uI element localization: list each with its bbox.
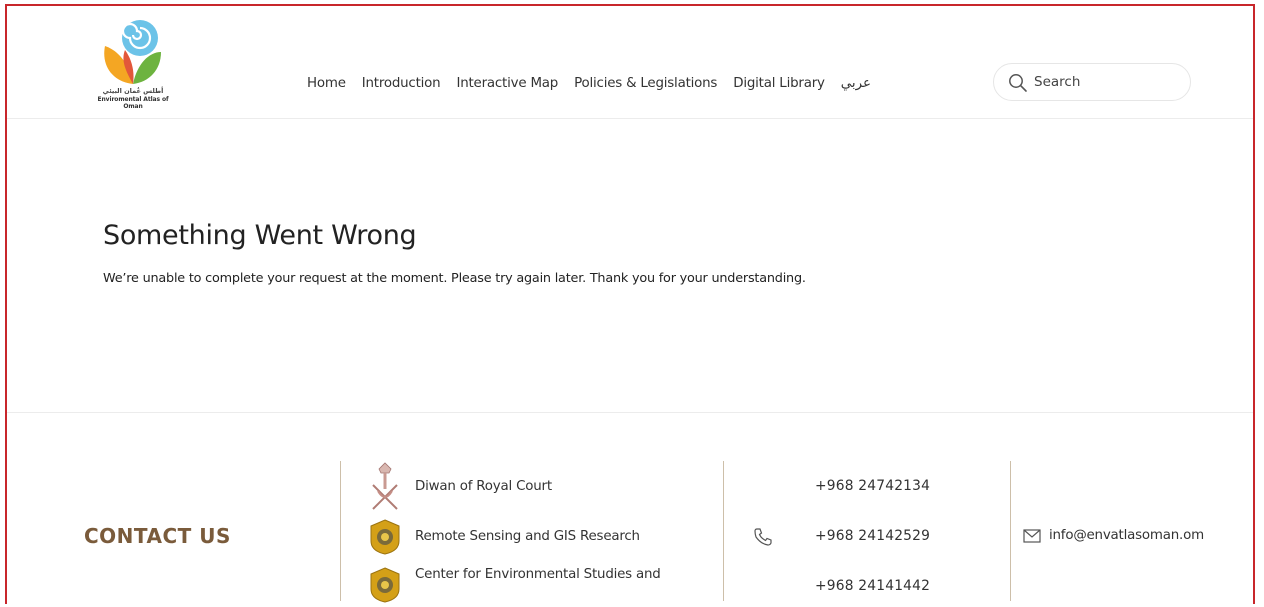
contact-us-heading: CONTACT US: [84, 524, 231, 548]
site-logo[interactable]: أطلس عُمان البيئي Enviromental Atlas of …: [87, 14, 179, 110]
org-diwan-royal-court[interactable]: Diwan of Royal Court: [369, 461, 552, 510]
logo-mark-icon: [104, 20, 161, 84]
footer-column-divider: [1010, 461, 1011, 601]
footer-column-divider: [723, 461, 724, 601]
org-name: Remote Sensing and GIS Research: [415, 529, 640, 544]
error-title: Something Went Wrong: [103, 220, 417, 251]
nav-policies-legislations[interactable]: Policies & Legislations: [574, 76, 717, 98]
org-name: Diwan of Royal Court: [415, 479, 552, 494]
org-name: Center for Environmental Studies and: [415, 567, 661, 582]
error-message: We’re unable to complete your request at…: [103, 271, 806, 286]
oman-emblem-icon: [372, 462, 398, 510]
footer-divider: [7, 412, 1253, 413]
org-center-environmental-studies[interactable]: Center for Environmental Studies and: [369, 567, 661, 607]
nav-introduction[interactable]: Introduction: [362, 76, 441, 98]
search-input[interactable]: [1034, 72, 1174, 92]
university-seal-icon: [370, 567, 400, 603]
university-seal-icon: [370, 519, 400, 555]
search-icon[interactable]: [1008, 73, 1028, 93]
org-remote-sensing-gis[interactable]: Remote Sensing and GIS Research: [369, 519, 640, 559]
phone-icon: [754, 528, 772, 546]
logo-arabic-name: أطلس عُمان البيئي: [102, 87, 164, 95]
nav-home[interactable]: Home: [307, 76, 346, 98]
mail-icon: [1023, 529, 1041, 543]
phone-number[interactable]: +968 24742134: [815, 478, 930, 494]
contact-email[interactable]: info@envatlasoman.om: [1049, 528, 1204, 543]
footer-column-divider: [340, 461, 341, 601]
search-box[interactable]: [993, 63, 1191, 101]
nav-digital-library[interactable]: Digital Library: [733, 76, 825, 98]
phone-number[interactable]: +968 24142529: [815, 528, 930, 544]
site-header: أطلس عُمان البيئي Enviromental Atlas of …: [7, 6, 1253, 119]
phone-number[interactable]: +968 24141442: [815, 578, 930, 594]
logo-english-name: Enviromental Atlas of Oman: [97, 96, 169, 110]
main-nav: Home Introduction Interactive Map Polici…: [307, 76, 887, 98]
nav-interactive-map[interactable]: Interactive Map: [456, 76, 558, 98]
nav-language-arabic[interactable]: عربي: [841, 76, 871, 98]
